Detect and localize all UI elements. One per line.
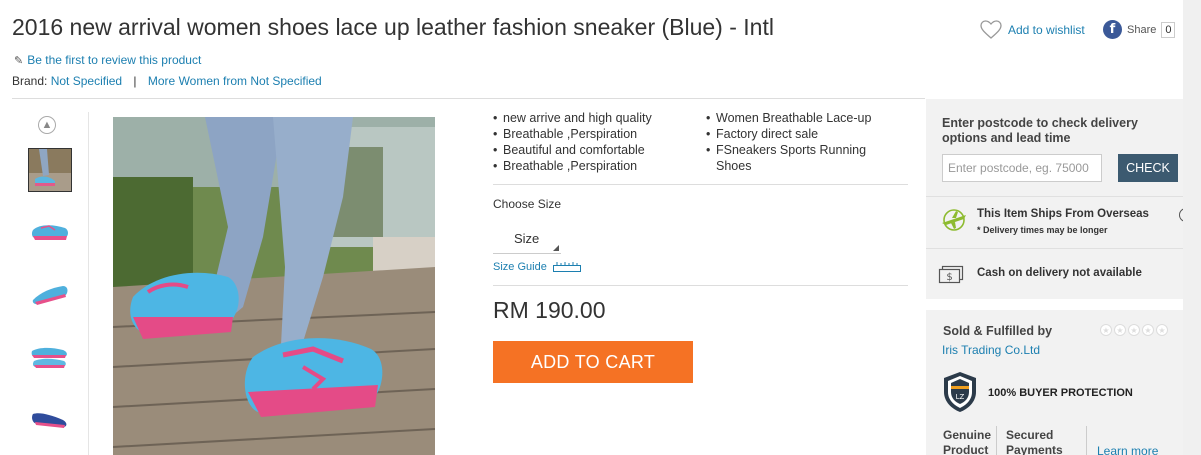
thumbnail-2[interactable] xyxy=(28,210,72,254)
guarantee-text: Product xyxy=(943,443,989,455)
ships-overseas-note: * Delivery times may be longer xyxy=(977,225,1108,235)
pencil-icon: ✎ xyxy=(14,54,24,67)
product-price: RM 190.00 xyxy=(493,297,606,323)
product-photo xyxy=(113,117,435,455)
heart-icon xyxy=(980,20,1002,39)
share-count: 0 xyxy=(1161,21,1176,38)
ships-overseas-text: This Item Ships From Overseas xyxy=(977,208,1149,220)
seller-rating: ★ ★ ★ ★ ★ xyxy=(1100,324,1168,336)
review-link-label[interactable]: Be the first to review this product xyxy=(27,53,201,67)
size-select-value[interactable]: Size xyxy=(514,231,539,246)
thumbnail-3[interactable] xyxy=(28,272,72,316)
feature-item: Breathable ,Perspiration xyxy=(493,126,698,142)
brand-link[interactable]: Not Specified xyxy=(51,74,122,88)
size-guide-link[interactable]: Size Guide xyxy=(493,261,581,273)
secured-payments-label: Secured Payments xyxy=(1006,428,1063,455)
feature-item: Factory direct sale xyxy=(706,126,901,142)
cod-text: Cash on delivery not available xyxy=(977,267,1142,279)
delivery-title-line: options and lead time xyxy=(942,131,1071,145)
guarantee-text: Secured xyxy=(1006,428,1054,442)
feature-column-right: Women Breathable Lace-up Factory direct … xyxy=(706,110,901,174)
facebook-icon[interactable]: f xyxy=(1103,20,1122,39)
main-product-image[interactable] xyxy=(113,117,435,455)
star-icon: ★ xyxy=(1114,324,1126,336)
airplane-icon xyxy=(942,209,966,231)
delivery-title: Enter postcode to check delivery options… xyxy=(942,116,1138,146)
size-select[interactable]: Size xyxy=(493,224,561,254)
cash-icon: $ xyxy=(938,265,964,284)
seller-panel: Sold & Fulfilled by ★ ★ ★ ★ ★ Iris Tradi… xyxy=(926,310,1201,455)
options-divider xyxy=(493,285,908,286)
shoe-thumbnail-icon xyxy=(32,286,68,305)
feature-item: new arrive and high quality xyxy=(493,110,698,126)
learn-more-link[interactable]: Learn more xyxy=(1097,444,1158,455)
size-guide-label[interactable]: Size Guide xyxy=(493,261,547,273)
share-label[interactable]: Share xyxy=(1127,24,1156,36)
more-from-brand-link[interactable]: More Women from Not Specified xyxy=(148,74,322,88)
add-to-cart-button[interactable]: ADD TO CART xyxy=(493,341,693,383)
feature-item: FSneakers Sports Running Shoes xyxy=(706,142,901,174)
buyer-protection-row: LZ 100% BUYER PROTECTION xyxy=(940,370,1133,419)
feature-column-left: new arrive and high quality Breathable ,… xyxy=(493,110,698,174)
wishlist-button[interactable]: Add to wishlist xyxy=(980,20,1085,39)
scroll-up-arrow-icon[interactable]: ▲ xyxy=(38,116,56,134)
thumbnail-1[interactable] xyxy=(28,148,72,192)
guarantee-text: Genuine xyxy=(943,428,992,442)
svg-text:$: $ xyxy=(946,272,952,283)
svg-text:LZ: LZ xyxy=(956,393,965,401)
delivery-divider xyxy=(926,196,1201,197)
feature-item: Women Breathable Lace-up xyxy=(706,110,901,126)
delivery-panel: Enter postcode to check delivery options… xyxy=(926,99,1201,299)
shoe-thumbnail-icon xyxy=(31,225,69,240)
thumbnail-5[interactable] xyxy=(28,396,72,440)
seller-name-link[interactable]: Iris Trading Co.Ltd xyxy=(942,343,1040,357)
delivery-divider xyxy=(926,248,1201,249)
feature-item: Beautiful and comfortable xyxy=(493,142,698,158)
vertical-scrollbar[interactable] xyxy=(1183,0,1201,455)
guarantee-text: Payments xyxy=(1006,443,1063,455)
dropdown-arrow-icon xyxy=(553,245,559,251)
features-divider xyxy=(493,184,908,185)
shoe-thumbnail-icon xyxy=(31,347,67,368)
shoe-thumbnail-icon xyxy=(29,149,71,191)
wishlist-label[interactable]: Add to wishlist xyxy=(1008,23,1085,37)
sold-by-title: Sold & Fulfilled by xyxy=(943,324,1053,338)
column-divider xyxy=(1086,426,1087,455)
genuine-product-label: Genuine Product xyxy=(943,428,991,455)
ships-overseas-row: This Item Ships From Overseas * Delivery… xyxy=(938,205,1193,241)
star-icon: ★ xyxy=(1156,324,1168,336)
product-title: 2016 new arrival women shoes lace up lea… xyxy=(12,14,774,40)
delivery-title-line: Enter postcode to check delivery xyxy=(942,116,1138,130)
review-link[interactable]: ✎ Be the first to review this product xyxy=(14,53,201,67)
choose-size-label: Choose Size xyxy=(493,197,562,211)
buyer-protection-text: 100% BUYER PROTECTION xyxy=(988,387,1133,399)
star-icon: ★ xyxy=(1142,324,1154,336)
feature-item: Breathable ,Perspiration xyxy=(493,158,698,174)
shield-icon: LZ xyxy=(944,372,976,412)
ruler-icon xyxy=(552,262,581,272)
shoe-thumbnail-icon xyxy=(32,413,67,428)
postcode-input[interactable] xyxy=(942,154,1102,182)
star-icon: ★ xyxy=(1128,324,1140,336)
share-button[interactable]: f Share 0 xyxy=(1103,20,1176,39)
thumbnail-4[interactable] xyxy=(28,334,72,378)
header-divider xyxy=(12,98,925,99)
brand-row: Brand: Not Specified | More Women from N… xyxy=(12,74,322,88)
gallery-divider xyxy=(88,112,89,455)
check-button[interactable]: CHECK xyxy=(1118,154,1178,182)
column-divider xyxy=(996,426,997,455)
star-icon: ★ xyxy=(1100,324,1112,336)
brand-separator: | xyxy=(133,74,137,88)
brand-label: Brand: xyxy=(12,74,48,88)
